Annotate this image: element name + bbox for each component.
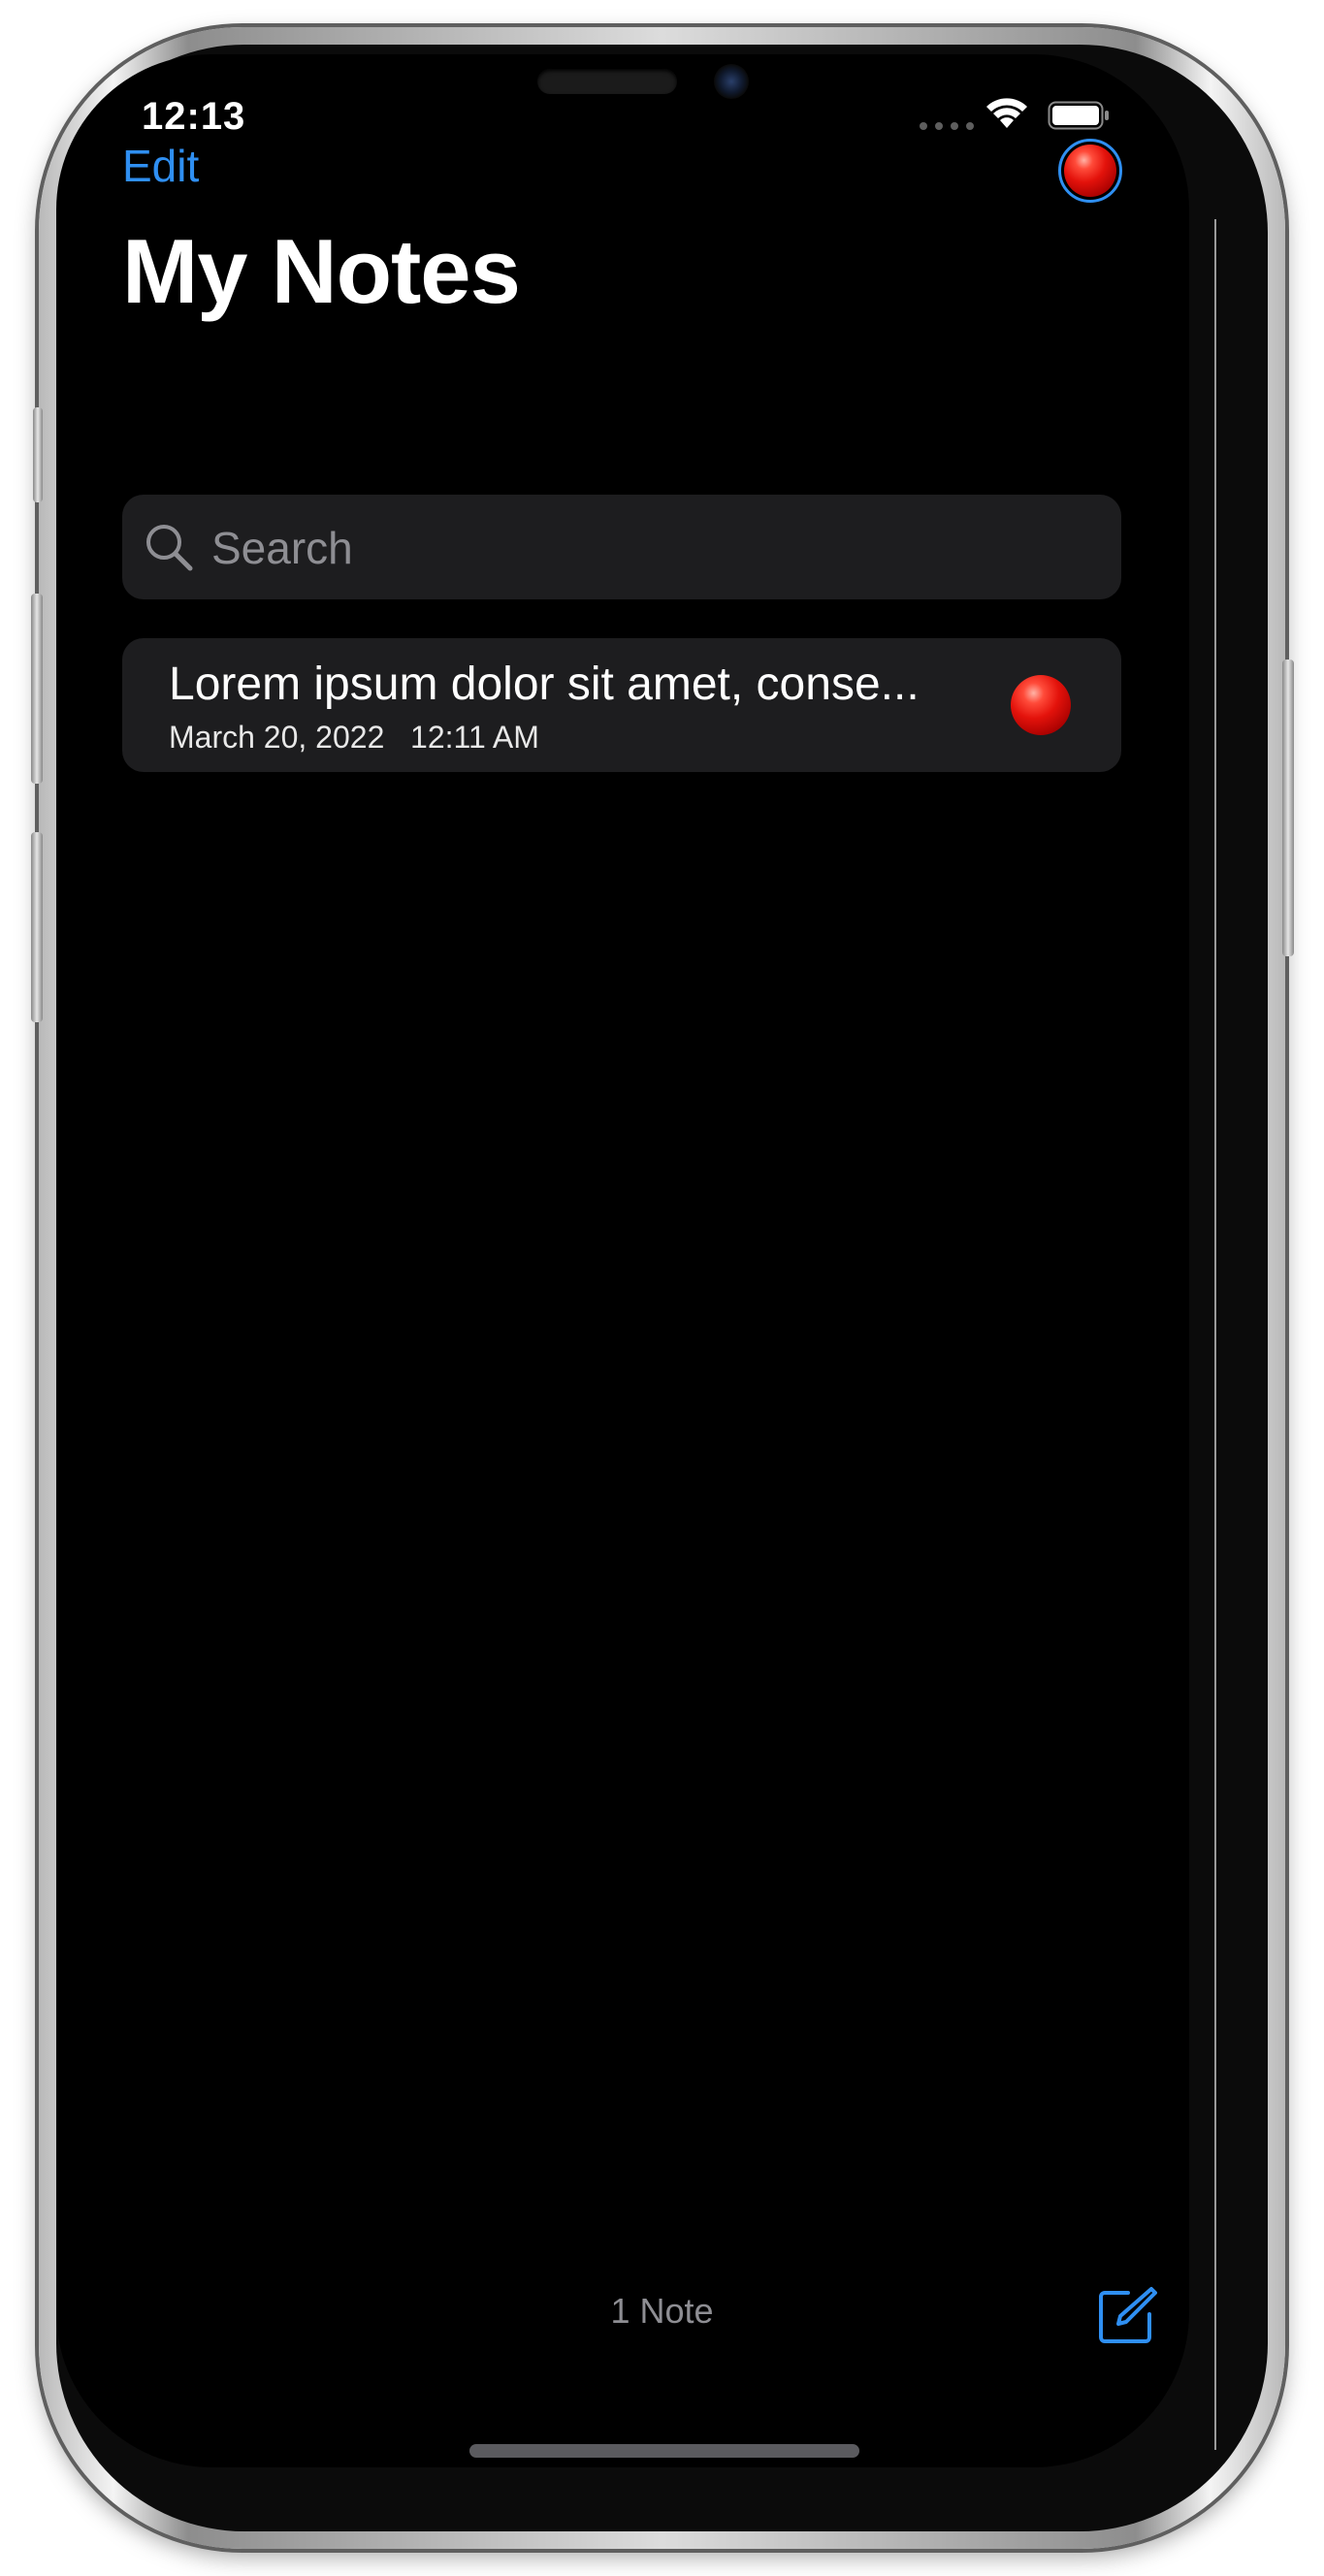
wifi-icon (986, 98, 1027, 128)
front-camera (714, 64, 749, 99)
red-ball-icon (1064, 145, 1116, 197)
home-indicator[interactable] (469, 2444, 859, 2458)
volume-up-button (31, 594, 43, 784)
power-button (1282, 660, 1294, 956)
earpiece-speaker (537, 69, 677, 94)
edit-button[interactable]: Edit (122, 140, 199, 192)
search-input[interactable]: Search (122, 495, 1121, 599)
list-item[interactable]: Lorem ipsum dolor sit amet, conse... Mar… (122, 638, 1121, 772)
note-date: March 20, 2022 12:11 AM (169, 720, 539, 755)
screen (56, 54, 1189, 2467)
page-title: My Notes (122, 220, 521, 322)
compose-icon[interactable] (1097, 2285, 1157, 2345)
red-ball-icon (1011, 675, 1071, 735)
screen-edge-line (1214, 219, 1216, 2450)
search-icon (146, 525, 193, 571)
volume-down-button (31, 832, 43, 1022)
battery-full-icon (1048, 101, 1109, 130)
note-title: Lorem ipsum dolor sit amet, conse... (169, 659, 920, 710)
mute-switch (33, 407, 43, 502)
status-time: 12:13 (142, 95, 246, 138)
cellular-dots-icon (920, 122, 974, 130)
search-placeholder: Search (211, 523, 353, 573)
filter-button[interactable] (1058, 139, 1122, 203)
